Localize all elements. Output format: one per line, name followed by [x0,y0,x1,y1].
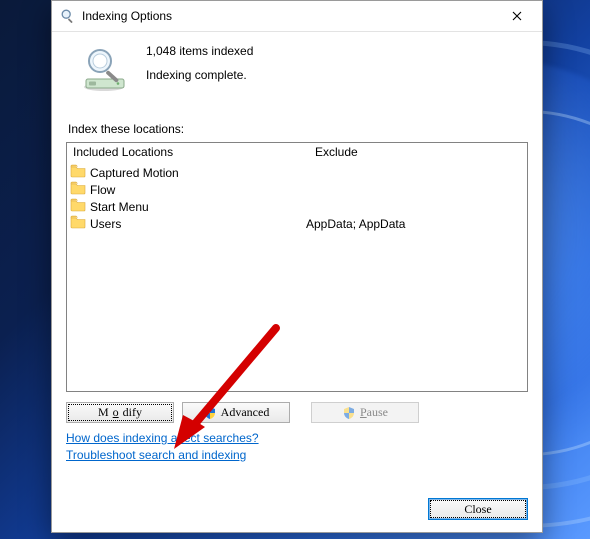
dialog-footer: Close [428,498,528,520]
advanced-button[interactable]: Advanced [182,402,290,423]
desktop-background: Indexing Options [0,0,590,539]
folder-icon [70,215,86,232]
location-name: Users [90,217,121,231]
status-row: 1,048 items indexed Indexing complete. [66,42,528,96]
list-item[interactable]: Start Menu [67,198,527,215]
title-bar[interactable]: Indexing Options [52,1,542,32]
help-links: How does indexing affect searches? Troub… [66,431,528,462]
location-name: Captured Motion [90,166,179,180]
folder-icon [70,181,86,198]
location-name: Flow [90,183,115,197]
close-button[interactable]: Close [428,498,528,520]
indexing-status: Indexing complete. [146,68,253,82]
magnifier-drive-icon [66,42,146,96]
indexing-options-dialog: Indexing Options [51,0,543,533]
header-exclude[interactable]: Exclude [309,143,527,163]
pause-button: Pause [311,402,419,423]
folder-icon [70,198,86,215]
list-header: Included Locations Exclude [67,143,527,163]
items-indexed-count: 1,048 items indexed [146,44,253,58]
locations-label: Index these locations: [68,122,528,136]
shield-icon [203,406,217,420]
exclude-value: AppData; AppData [300,217,527,231]
window-close-button[interactable] [494,1,540,31]
modify-button[interactable]: Modify [66,402,174,423]
folder-icon [70,164,86,181]
list-rows: Captured Motion Flow Start Menu Users AppDat… [67,163,527,391]
troubleshoot-link[interactable]: Troubleshoot search and indexing [66,448,246,462]
list-item[interactable]: Flow [67,181,527,198]
shield-icon [342,406,356,420]
button-row: Modify Advanced [66,402,528,423]
list-item[interactable]: Users AppData; AppData [67,215,527,232]
dialog-body: 1,048 items indexed Indexing complete. I… [52,32,542,477]
locations-list[interactable]: Included Locations Exclude Captured Moti… [66,142,528,392]
close-icon [512,11,522,21]
header-included[interactable]: Included Locations [67,143,309,163]
location-name: Start Menu [90,200,149,214]
how-indexing-link[interactable]: How does indexing affect searches? [66,431,259,445]
list-item[interactable]: Captured Motion [67,164,527,181]
magnifier-icon [60,8,76,24]
window-title: Indexing Options [82,9,494,23]
